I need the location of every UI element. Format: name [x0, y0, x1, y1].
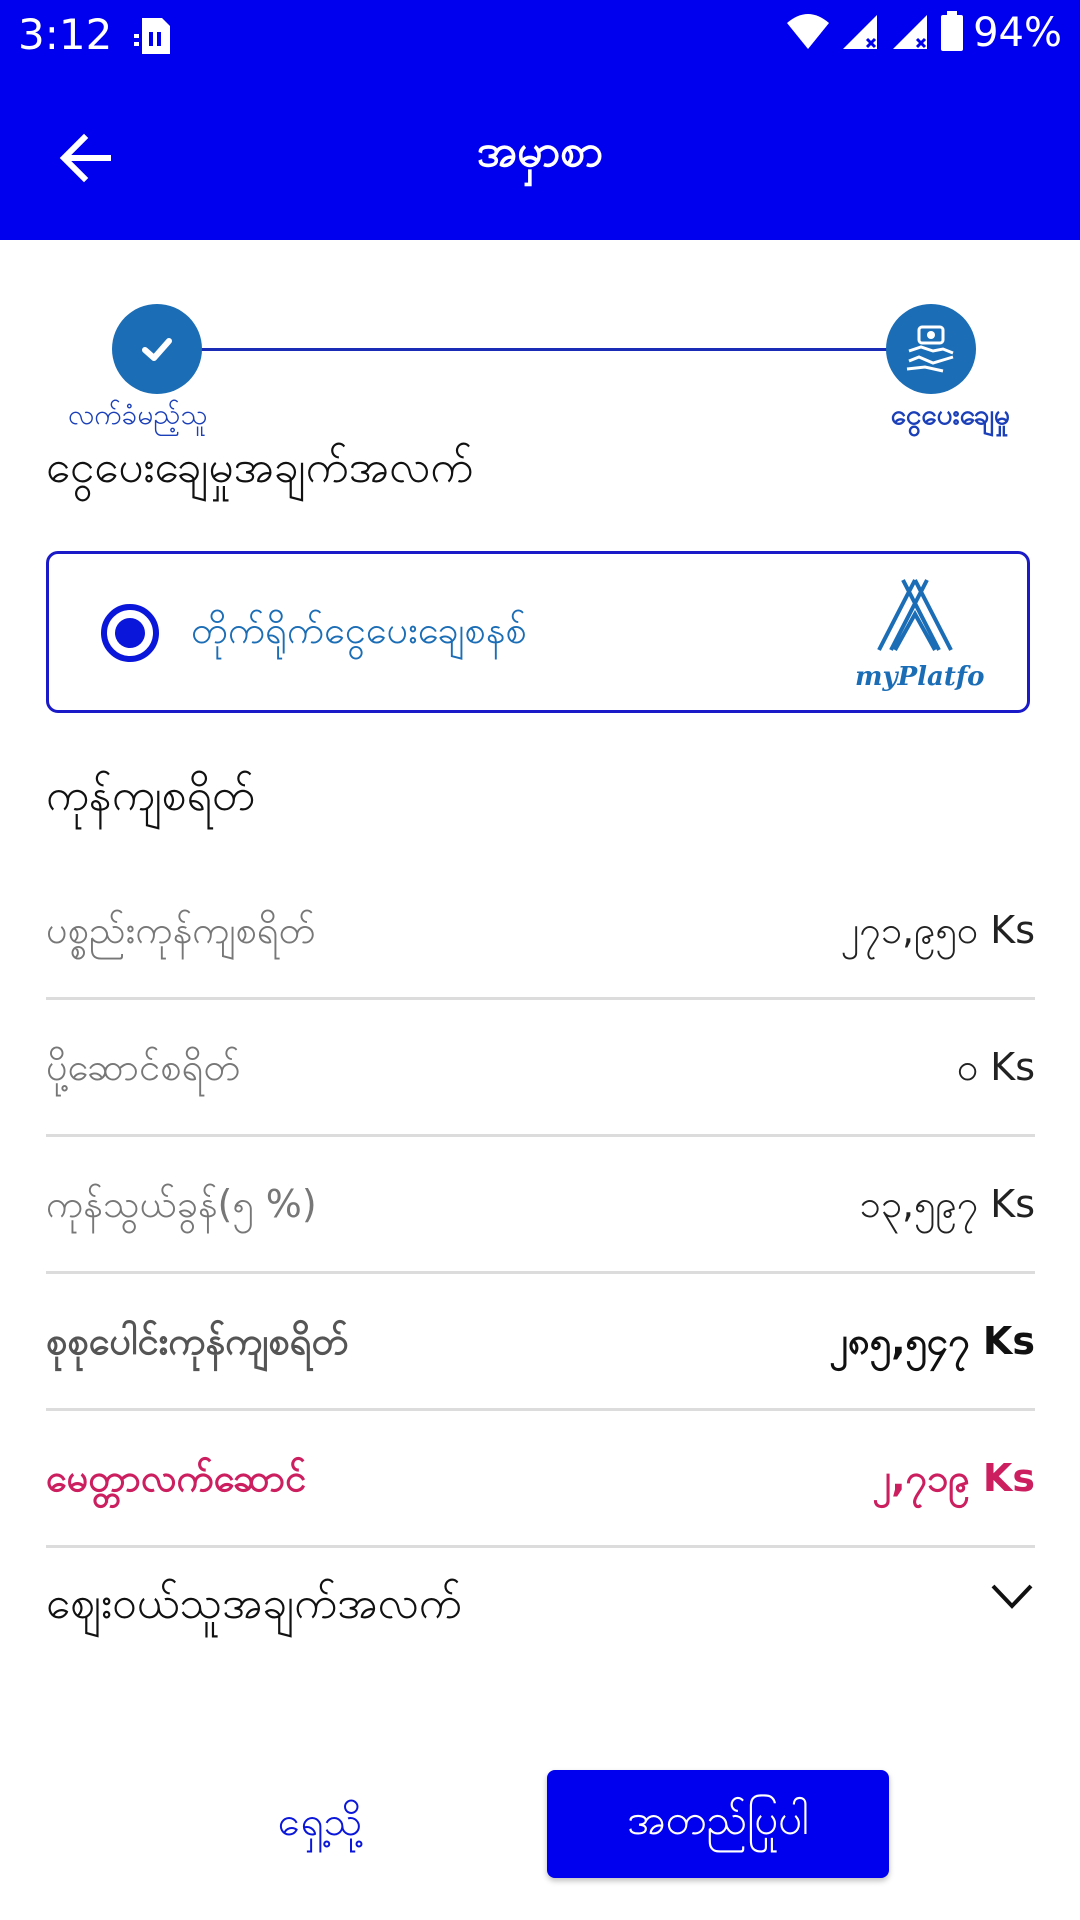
- price-row-member-gift: မေတ္တာလက်ဆောင် ၂,၇၁၉ Ks: [46, 1410, 1035, 1548]
- page-title: အမှာစာ: [476, 126, 604, 177]
- step-label-recipient: လက်ခံမည့်သူ: [68, 398, 208, 431]
- price-row-shipping: ပို့ဆောင်စရိတ် ၀ Ks: [46, 999, 1035, 1137]
- signal-icon: [841, 11, 881, 55]
- back-link[interactable]: ရှေ့သို့: [200, 1796, 440, 1856]
- row-label: ပစ္စည်းကုန်ကျစရိတ်: [46, 908, 316, 952]
- wifi-icon: [785, 11, 831, 55]
- row-value: ၂၇၁,၉၅၀ Ks: [840, 908, 1035, 952]
- row-label: မေတ္တာလက်ဆောင်: [46, 1456, 307, 1500]
- payment-method-option[interactable]: တိုက်ရိုက်ငွေပေးချေစနစ် myPlatfo: [46, 551, 1030, 713]
- price-section-title: ကုန်ကျစရိတ်: [46, 770, 255, 821]
- brand-logo: myPlatfo: [855, 576, 985, 694]
- battery-level: 94%: [973, 10, 1062, 56]
- handshake-payment-icon: [906, 325, 954, 373]
- price-row-total: စုစုပေါင်းကုန်ကျစရိတ် ၂၈၅,၅၄၇ Ks: [46, 1273, 1035, 1411]
- confirm-button[interactable]: အတည်ပြုပါ: [547, 1770, 889, 1878]
- sim-card-icon: [132, 14, 174, 62]
- buyer-info-toggle[interactable]: ဈေးဝယ်သူအချက်အလက်: [46, 1556, 1035, 1656]
- price-row-items: ပစ္စည်းကုန်ကျစရိတ် ၂၇၁,၉၅၀ Ks: [46, 862, 1035, 1000]
- tent-logo-icon: [877, 579, 953, 651]
- battery-icon: [941, 11, 964, 55]
- row-value: ၁၃,၅၉၇ Ks: [859, 1182, 1035, 1226]
- price-row-tax: ကုန်သွယ်ခွန်(၅ %) ၁၃,၅၉၇ Ks: [46, 1136, 1035, 1274]
- radio-selected-dot: [115, 618, 145, 648]
- row-value: ၂,၇၁၉ Ks: [872, 1456, 1035, 1500]
- payment-method-radio[interactable]: [101, 604, 159, 662]
- status-icons: 94%: [785, 10, 1062, 56]
- payment-method-label: တိုက်ရိုက်ငွေပေးချေစနစ်: [191, 608, 527, 652]
- signal-icon-2: [891, 11, 931, 55]
- check-icon: [142, 338, 172, 361]
- app-bar: အမှာစာ: [0, 76, 1080, 240]
- row-label: ပို့ဆောင်စရိတ်: [46, 1045, 241, 1089]
- step-recipient[interactable]: [112, 304, 202, 394]
- status-bar: 3:12 94%: [0, 0, 1080, 76]
- status-time: 3:12: [18, 10, 113, 59]
- row-value: ၀ Ks: [956, 1045, 1035, 1089]
- brand-name: myPlatfo: [855, 662, 985, 692]
- row-label: ကုန်သွယ်ခွန်(၅ %): [46, 1182, 317, 1226]
- payment-section-title: ငွေပေးချေမှုအချက်အလက်: [46, 442, 474, 493]
- row-label: စုစုပေါင်းကုန်ကျစရိတ်: [46, 1319, 349, 1363]
- step-payment[interactable]: [886, 304, 976, 394]
- row-value: ၂၈၅,၅၄၇ Ks: [829, 1319, 1035, 1363]
- buyer-section-title: ဈေးဝယ်သူအချက်အလက်: [46, 1578, 462, 1629]
- stepper-line: [200, 348, 890, 351]
- step-label-payment: ငွေပေးချေမှု: [890, 398, 1010, 431]
- chevron-down-icon[interactable]: [989, 1582, 1035, 1616]
